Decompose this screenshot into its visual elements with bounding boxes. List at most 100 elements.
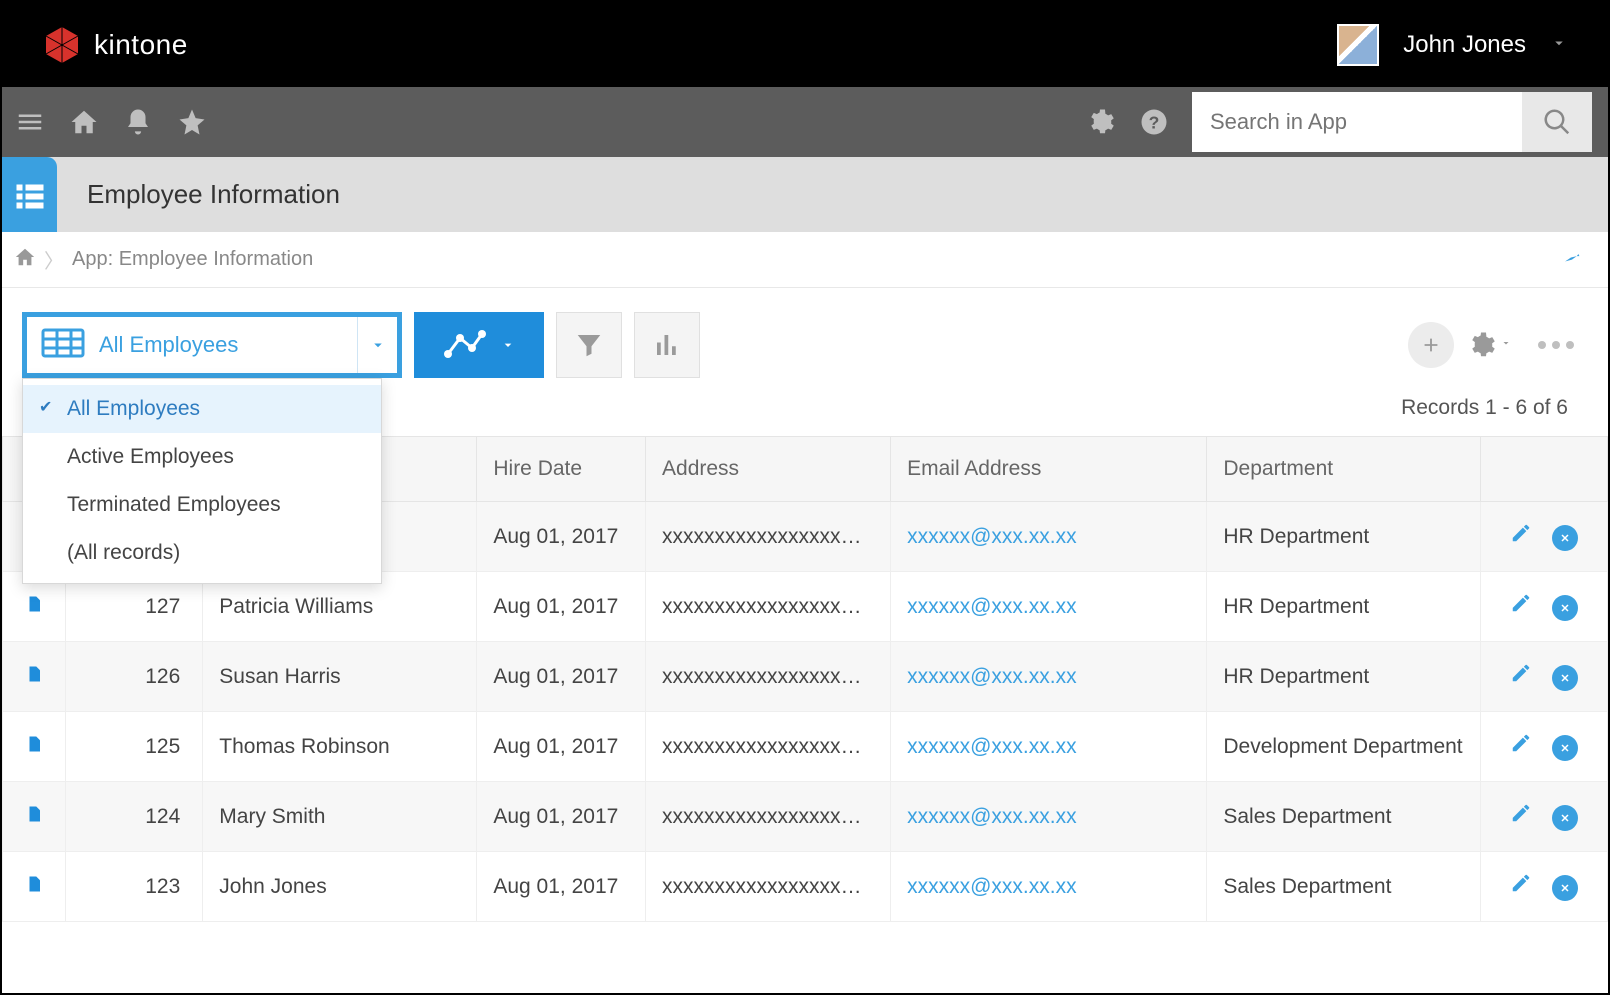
search-button[interactable] <box>1522 92 1592 152</box>
edit-button[interactable] <box>1510 876 1532 899</box>
brand-name: kintone <box>94 29 188 61</box>
row-icon <box>3 852 66 922</box>
global-header: kintone John Jones <box>2 2 1608 87</box>
delete-button[interactable] <box>1552 525 1578 551</box>
brand-icon <box>42 25 82 65</box>
row-id: 125 <box>66 712 203 782</box>
chevron-down-icon <box>1550 31 1568 59</box>
col-dep[interactable]: Department <box>1207 437 1481 502</box>
edit-button[interactable] <box>1510 736 1532 759</box>
col-email[interactable]: Email Address <box>891 437 1207 502</box>
col-actions <box>1481 437 1608 502</box>
row-email[interactable]: xxxxxx@xxx.xx.xx <box>891 712 1207 782</box>
filter-button[interactable] <box>556 312 622 378</box>
row-department: Development Department <box>1207 712 1481 782</box>
row-name: Thomas Robinson <box>203 712 477 782</box>
row-name: Mary Smith <box>203 782 477 852</box>
table-icon <box>41 328 85 363</box>
delete-button[interactable] <box>1552 805 1578 831</box>
breadcrumb-home-icon[interactable] <box>14 246 36 274</box>
plus-icon <box>1420 334 1442 356</box>
row-icon <box>3 642 66 712</box>
avatar <box>1337 24 1379 66</box>
row-actions <box>1481 572 1608 642</box>
row-actions <box>1481 712 1608 782</box>
col-addr[interactable]: Address <box>646 437 891 502</box>
row-actions <box>1481 852 1608 922</box>
svg-text:?: ? <box>1149 112 1160 132</box>
star-icon[interactable] <box>176 106 208 138</box>
menu-icon[interactable] <box>14 106 46 138</box>
view-option[interactable]: (All records) <box>23 529 381 577</box>
row-icon <box>3 712 66 782</box>
row-email[interactable]: xxxxxx@xxx.xx.xx <box>891 642 1207 712</box>
search-input[interactable] <box>1192 109 1522 135</box>
view-selector-label: All Employees <box>99 332 343 358</box>
edit-button[interactable] <box>1510 526 1532 549</box>
row-hire: Aug 01, 2017 <box>477 572 646 642</box>
bar-chart-icon <box>652 330 682 360</box>
view-option[interactable]: Terminated Employees <box>23 481 381 529</box>
bar-chart-button[interactable] <box>634 312 700 378</box>
row-address: xxxxxxxxxxxxxxxxx… <box>646 502 891 572</box>
row-email[interactable]: xxxxxx@xxx.xx.xx <box>891 572 1207 642</box>
view-toolbar: All Employees All Employees Active Emplo… <box>2 288 1608 388</box>
pin-icon[interactable] <box>1562 247 1582 273</box>
row-department: HR Department <box>1207 642 1481 712</box>
delete-button[interactable] <box>1552 665 1578 691</box>
bell-icon[interactable] <box>122 106 154 138</box>
row-hire: Aug 01, 2017 <box>477 642 646 712</box>
brand-logo[interactable]: kintone <box>42 25 188 65</box>
row-address: xxxxxxxxxxxxxxxxx… <box>646 712 891 782</box>
search-box <box>1192 92 1592 152</box>
table-row[interactable]: 123 John Jones Aug 01, 2017 xxxxxxxxxxxx… <box>3 852 1608 922</box>
row-department: Sales Department <box>1207 852 1481 922</box>
row-address: xxxxxxxxxxxxxxxxx… <box>646 852 891 922</box>
row-hire: Aug 01, 2017 <box>477 712 646 782</box>
row-department: HR Department <box>1207 502 1481 572</box>
table-row[interactable]: 125 Thomas Robinson Aug 01, 2017 xxxxxxx… <box>3 712 1608 782</box>
col-hire[interactable]: Hire Date <box>477 437 646 502</box>
funnel-icon <box>574 330 604 360</box>
chart-view-button[interactable] <box>414 312 544 378</box>
view-selector[interactable]: All Employees <box>22 312 402 378</box>
view-option[interactable]: All Employees <box>23 385 381 433</box>
delete-button[interactable] <box>1552 875 1578 901</box>
app-settings-button[interactable] <box>1466 330 1512 360</box>
gear-icon[interactable] <box>1084 106 1116 138</box>
chevron-down-icon <box>357 317 397 373</box>
row-actions <box>1481 642 1608 712</box>
add-button[interactable] <box>1408 322 1454 368</box>
delete-button[interactable] <box>1552 735 1578 761</box>
global-toolbar: ? <box>2 87 1608 157</box>
breadcrumb-text: App: Employee Information <box>72 248 313 271</box>
home-icon[interactable] <box>68 106 100 138</box>
row-hire: Aug 01, 2017 <box>477 782 646 852</box>
user-menu[interactable]: John Jones <box>1337 24 1568 66</box>
row-email[interactable]: xxxxxx@xxx.xx.xx <box>891 782 1207 852</box>
row-name: John Jones <box>203 852 477 922</box>
edit-button[interactable] <box>1510 666 1532 689</box>
row-hire: Aug 01, 2017 <box>477 502 646 572</box>
app-icon[interactable] <box>2 157 57 232</box>
row-address: xxxxxxxxxxxxxxxxx… <box>646 572 891 642</box>
chevron-down-icon <box>500 337 516 353</box>
breadcrumb: 〉 App: Employee Information <box>2 232 1608 288</box>
more-button[interactable] <box>1524 341 1588 349</box>
edit-button[interactable] <box>1510 806 1532 829</box>
row-actions <box>1481 782 1608 852</box>
view-option[interactable]: Active Employees <box>23 433 381 481</box>
page-title: Employee Information <box>87 179 340 210</box>
help-icon[interactable]: ? <box>1138 106 1170 138</box>
chevron-down-icon <box>1500 336 1512 354</box>
table-row[interactable]: 124 Mary Smith Aug 01, 2017 xxxxxxxxxxxx… <box>3 782 1608 852</box>
table-row[interactable]: 126 Susan Harris Aug 01, 2017 xxxxxxxxxx… <box>3 642 1608 712</box>
row-email[interactable]: xxxxxx@xxx.xx.xx <box>891 502 1207 572</box>
row-id: 124 <box>66 782 203 852</box>
edit-button[interactable] <box>1510 596 1532 619</box>
row-email[interactable]: xxxxxx@xxx.xx.xx <box>891 852 1207 922</box>
breadcrumb-separator: 〉 <box>44 245 64 274</box>
row-actions <box>1481 502 1608 572</box>
delete-button[interactable] <box>1552 595 1578 621</box>
row-icon <box>3 782 66 852</box>
